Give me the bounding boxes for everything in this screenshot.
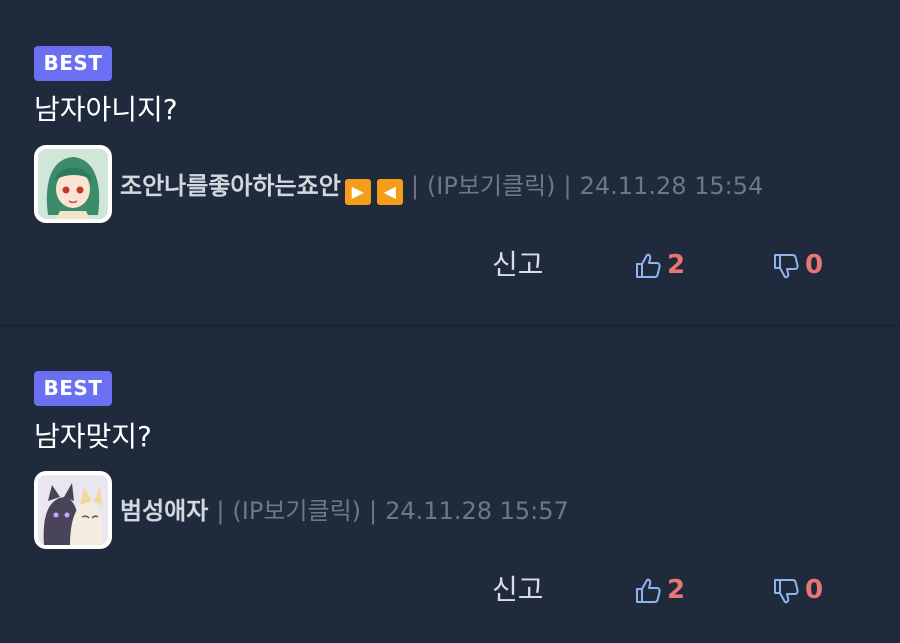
play-right-emoji-icon: ▶ <box>344 179 371 205</box>
ip-view-link[interactable]: (IP보기클릭) <box>427 172 556 200</box>
play-left-emoji-icon: ◀ <box>376 179 403 205</box>
green-hair-character-avatar-icon <box>38 149 108 219</box>
cat-characters-avatar-icon <box>38 475 108 545</box>
upvote-count: 2 <box>667 575 686 605</box>
ip-view-link[interactable]: (IP보기클릭) <box>232 497 361 525</box>
thumbs-up-icon <box>636 578 661 603</box>
avatar[interactable] <box>34 471 112 549</box>
best-badge: BEST <box>34 46 112 81</box>
report-button[interactable]: 신고 <box>492 570 544 610</box>
best-badge: BEST <box>34 371 112 406</box>
comment-actions: 신고 2 0 <box>0 245 900 285</box>
comment-meta: 범성애자 | (IP보기클릭) | 24.11.28 15:57 <box>120 493 569 529</box>
comment-text: 남자아니지? <box>34 93 178 126</box>
separator: | <box>216 497 225 525</box>
comment-item: BEST 남자맞지? 범성애자 | (IP보기클릭) | 24.11.28 15:57 … <box>0 327 900 643</box>
separator: | <box>563 172 572 200</box>
thumbs-down-icon <box>774 254 799 279</box>
comment-actions: 신고 2 0 <box>0 570 900 610</box>
comment-text: 남자맞지? <box>34 420 152 453</box>
avatar[interactable] <box>34 145 112 223</box>
author-name[interactable]: 조안나를좋아하는죠안 <box>120 172 341 200</box>
downvote-count: 0 <box>805 575 824 605</box>
comment-item: BEST 남자아니지? 조안나를좋아하는죠안 ▶ ◀ | (IP보기클릭) | 24.11.… <box>0 0 900 325</box>
timestamp: 24.11.28 15:54 <box>579 172 764 200</box>
report-button[interactable]: 신고 <box>492 245 544 285</box>
comment-meta: 조안나를좋아하는죠안 ▶ ◀ | (IP보기클릭) | 24.11.28 15:54 <box>120 168 764 205</box>
thumbs-down-icon <box>774 579 799 604</box>
upvote-count: 2 <box>667 250 686 280</box>
separator: | <box>369 497 378 525</box>
downvote-count: 0 <box>805 250 824 280</box>
author-name[interactable]: 범성애자 <box>120 497 208 525</box>
timestamp: 24.11.28 15:57 <box>385 497 569 525</box>
thumbs-up-icon <box>636 253 661 278</box>
separator: | <box>410 172 419 200</box>
